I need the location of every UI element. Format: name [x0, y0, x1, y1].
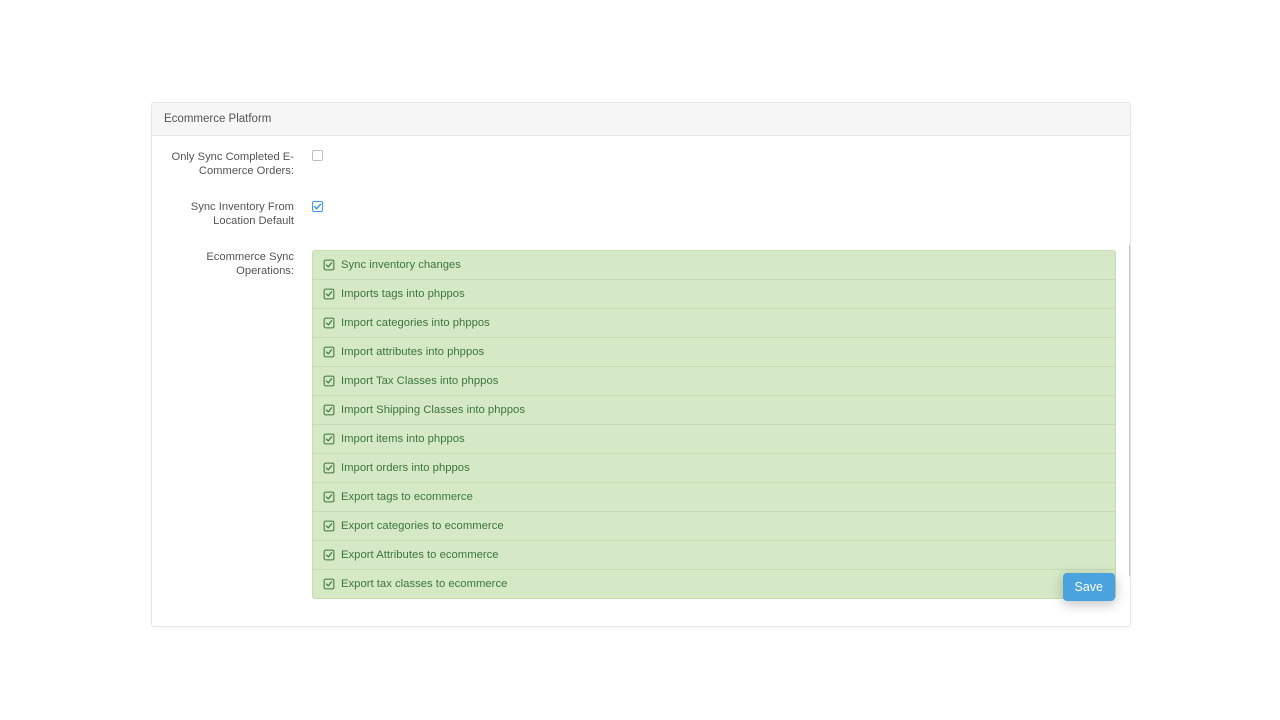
operation-item[interactable]: Import Shipping Classes into phppos — [312, 396, 1116, 425]
checkbox-sync-inventory-location[interactable] — [312, 201, 323, 212]
checkbox-only-sync-completed[interactable] — [312, 150, 323, 161]
operation-item[interactable]: Import orders into phppos — [312, 454, 1116, 483]
operation-item[interactable]: Export tags to ecommerce — [312, 483, 1116, 512]
settings-panel: Ecommerce Platform Only Sync Completed E… — [151, 102, 1131, 627]
check-square-icon — [323, 462, 335, 474]
operation-label: Export tags to ecommerce — [341, 491, 473, 503]
operation-item[interactable]: Import items into phppos — [312, 425, 1116, 454]
operation-item[interactable]: Import attributes into phppos — [312, 338, 1116, 367]
label-ecommerce-sync-ops: Ecommerce Sync Operations: — [166, 250, 304, 278]
operation-item[interactable]: Imports tags into phppos — [312, 280, 1116, 309]
operation-item[interactable]: Export Attributes to ecommerce — [312, 541, 1116, 570]
operation-item[interactable]: Export tax classes to ecommerce — [312, 570, 1116, 599]
operation-label: Export categories to ecommerce — [341, 520, 504, 532]
operation-label: Import orders into phppos — [341, 462, 470, 474]
panel-title: Ecommerce Platform — [164, 113, 271, 125]
operation-label: Export Attributes to ecommerce — [341, 549, 499, 561]
check-square-icon — [323, 375, 335, 387]
check-square-icon — [323, 578, 335, 590]
operation-item[interactable]: Import categories into phppos — [312, 309, 1116, 338]
row-ecommerce-sync-ops: Ecommerce Sync Operations: Sync inventor… — [166, 250, 1116, 599]
check-square-icon — [323, 259, 335, 271]
panel-header: Ecommerce Platform — [152, 103, 1130, 136]
label-sync-inventory-location: Sync Inventory From Location Default — [166, 200, 304, 228]
check-square-icon — [323, 346, 335, 358]
operation-label: Import categories into phppos — [341, 317, 490, 329]
row-only-sync-completed: Only Sync Completed E-Commerce Orders: — [166, 150, 1116, 178]
operation-item[interactable]: Import Tax Classes into phppos — [312, 367, 1116, 396]
check-square-icon — [323, 491, 335, 503]
operation-label: Import Shipping Classes into phppos — [341, 404, 525, 416]
save-button[interactable]: Save — [1063, 573, 1116, 601]
operation-item[interactable]: Sync inventory changes — [312, 250, 1116, 280]
form-area: Only Sync Completed E-Commerce Orders: S… — [152, 136, 1130, 599]
operation-label: Imports tags into phppos — [341, 288, 465, 300]
check-square-icon — [323, 433, 335, 445]
label-only-sync-completed: Only Sync Completed E-Commerce Orders: — [166, 150, 304, 178]
check-square-icon — [323, 288, 335, 300]
operations-list: Sync inventory changes Imports tags into … — [304, 250, 1116, 599]
operation-label: Import attributes into phppos — [341, 346, 484, 358]
scrollbar[interactable] — [1129, 243, 1131, 578]
check-square-icon — [323, 317, 335, 329]
check-square-icon — [323, 404, 335, 416]
operation-label: Export tax classes to ecommerce — [341, 578, 507, 590]
row-sync-inventory-location: Sync Inventory From Location Default — [166, 200, 1116, 228]
operation-label: Import Tax Classes into phppos — [341, 375, 498, 387]
check-square-icon — [323, 549, 335, 561]
operation-item[interactable]: Export categories to ecommerce — [312, 512, 1116, 541]
operation-label: Sync inventory changes — [341, 259, 461, 271]
check-square-icon — [323, 520, 335, 532]
operation-label: Import items into phppos — [341, 433, 465, 445]
